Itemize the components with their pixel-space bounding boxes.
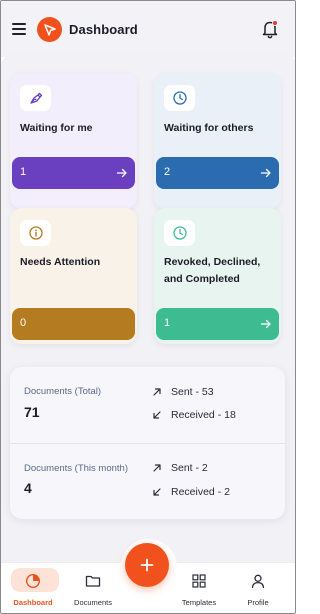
nav-label: Documents xyxy=(74,598,112,607)
top-bar: Dashboard xyxy=(1,1,295,57)
notification-badge xyxy=(272,20,278,26)
sent-total-text: Sent - 53 xyxy=(171,386,214,398)
arrow-up-right-icon xyxy=(153,388,161,396)
pie-chart-icon xyxy=(25,573,41,589)
clock-icon xyxy=(164,85,195,111)
card-count: 0 xyxy=(20,317,27,329)
card-needs-attention[interactable]: Needs Attention 0 xyxy=(10,208,137,344)
arrow-down-left-icon xyxy=(153,488,161,496)
documents-total-label: Documents (Total) xyxy=(24,386,102,397)
arrow-down-left-icon xyxy=(153,411,161,419)
arrow-right-icon xyxy=(260,168,271,178)
card-count-bar[interactable]: 1 xyxy=(156,308,279,340)
card-title-line1: Revoked, Declined, xyxy=(164,256,261,268)
documents-month-value: 4 xyxy=(24,480,32,496)
pen-nib-icon xyxy=(20,85,51,111)
card-title-line2: and Completed xyxy=(164,273,240,285)
stats-divider xyxy=(10,443,285,444)
nav-label: Dashboard xyxy=(13,598,53,607)
arrow-up-right-icon xyxy=(153,464,161,472)
card-count-bar[interactable]: 0 xyxy=(12,308,135,340)
card-title: Waiting for others xyxy=(164,122,254,134)
notification-bell-icon[interactable] xyxy=(261,19,279,39)
card-count: 2 xyxy=(164,166,171,178)
card-title: Needs Attention xyxy=(20,256,101,268)
card-count: 1 xyxy=(164,317,171,329)
folder-icon xyxy=(85,575,101,587)
card-count-bar[interactable]: 2 xyxy=(156,157,279,189)
nav-documents[interactable]: Documents xyxy=(63,563,123,613)
hamburger-menu-icon[interactable] xyxy=(12,23,26,35)
plus-icon xyxy=(140,558,154,572)
sent-month-text: Sent - 2 xyxy=(171,462,208,474)
nav-dashboard[interactable]: Dashboard xyxy=(3,563,63,613)
app-logo xyxy=(37,17,62,42)
card-count-bar[interactable]: 1 xyxy=(12,157,135,189)
add-document-button[interactable] xyxy=(125,543,169,587)
arrow-right-icon xyxy=(116,168,127,178)
documents-month-label: Documents (This month) xyxy=(24,463,129,474)
app-frame: Dashboard Waiting for me 1 Waiting for o… xyxy=(0,0,296,614)
grid-icon xyxy=(192,574,206,588)
received-total-text: Received - 18 xyxy=(171,409,236,421)
documents-total-value: 71 xyxy=(24,404,40,420)
card-waiting-for-me[interactable]: Waiting for me 1 xyxy=(10,73,137,209)
nav-label: Templates xyxy=(181,598,217,607)
clock-icon xyxy=(164,220,195,246)
nav-templates[interactable]: Templates xyxy=(169,563,229,613)
send-arrow-icon xyxy=(43,23,56,36)
user-icon xyxy=(251,574,265,589)
card-title: Waiting for me xyxy=(20,122,93,134)
card-waiting-for-others[interactable]: Waiting for others 2 xyxy=(154,73,281,209)
received-month-text: Received - 2 xyxy=(171,486,230,498)
arrow-right-icon xyxy=(260,319,271,329)
nav-label: Profile xyxy=(247,598,269,607)
nav-profile[interactable]: Profile xyxy=(228,563,288,613)
card-title: Revoked, Declined, and Completed xyxy=(164,254,260,288)
documents-stats-panel: Documents (Total) 71 Sent - 53 Received … xyxy=(10,367,285,519)
info-icon xyxy=(20,220,51,246)
card-count: 1 xyxy=(20,166,27,178)
page-title: Dashboard xyxy=(69,22,138,37)
card-revoked-declined-completed[interactable]: Revoked, Declined, and Completed 1 xyxy=(154,208,281,344)
